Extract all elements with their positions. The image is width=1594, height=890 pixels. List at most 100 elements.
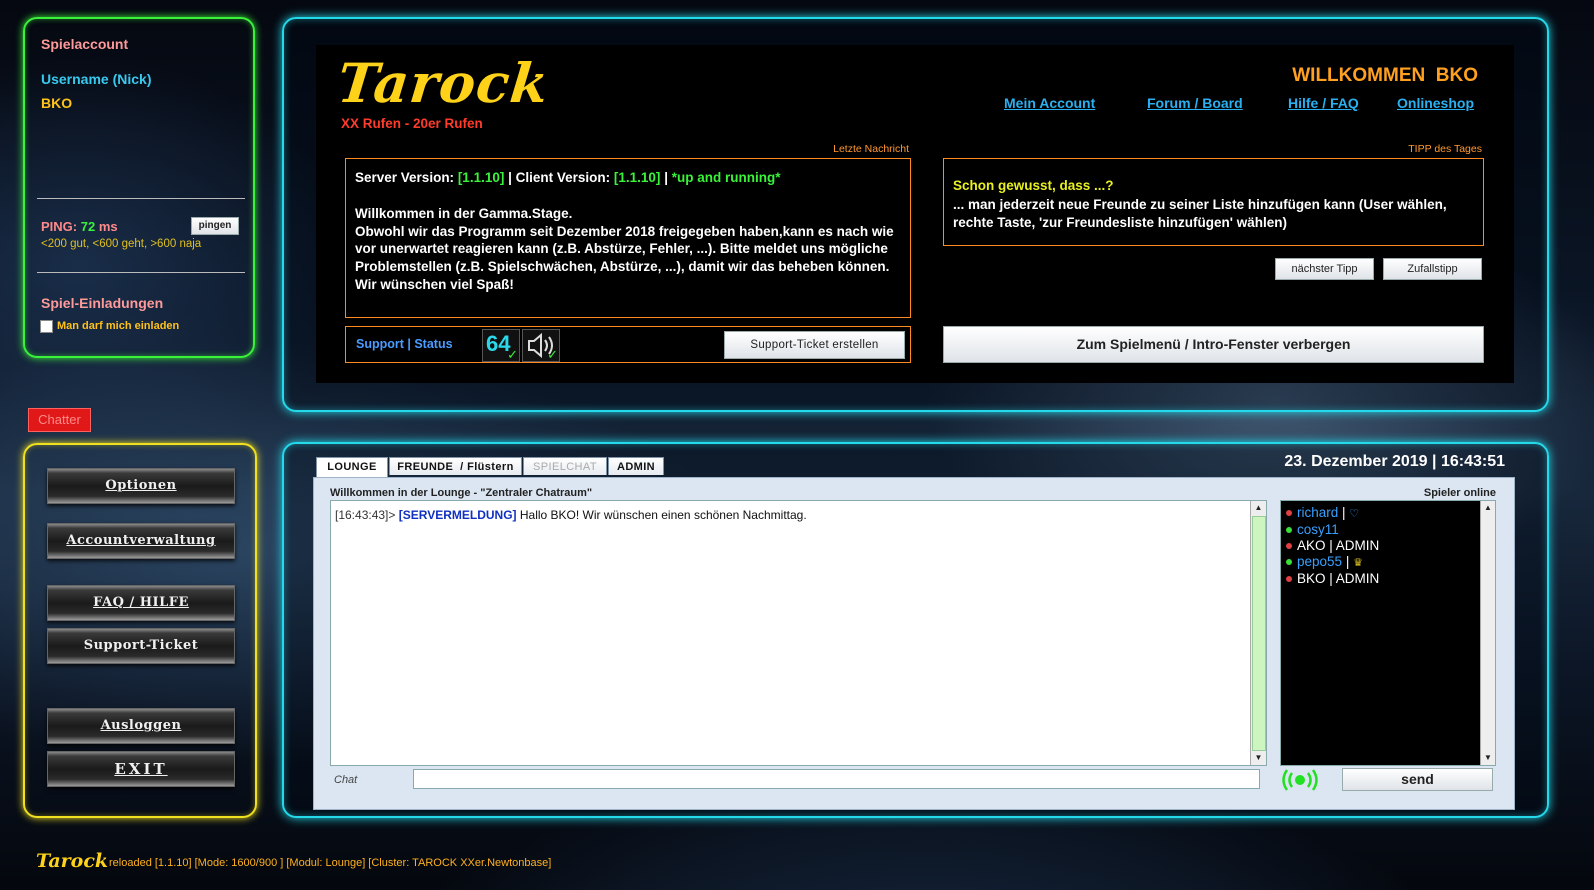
account-panel: Spielaccount Username (Nick) BKO PING: 7… <box>23 17 255 358</box>
hide-intro-button[interactable]: Zum Spielmenü / Intro-Fenster verbergen <box>943 326 1484 363</box>
news-box: Server Version: [1.1.10] | Client Versio… <box>345 158 911 318</box>
status-dot-icon <box>1286 543 1292 550</box>
footer-status: reloaded [1.1.10] [Mode: 1600/900 ] [Mod… <box>109 857 552 869</box>
menu-panel: Optionen Accountverwaltung FAQ / HILFE S… <box>23 443 257 818</box>
tab-admin[interactable]: ADMIN <box>608 457 664 475</box>
intro-panel: Tarock XX Rufen - 20er Rufen WILLKOMMEN … <box>282 17 1549 412</box>
welcome-line: Willkommen in der Gamma.Stage. <box>355 205 573 221</box>
random-tip-button[interactable]: Zufallstipp <box>1383 258 1482 280</box>
account-management-button[interactable]: Accountverwaltung <box>47 523 235 559</box>
ping-unit: ms <box>98 219 118 234</box>
connection-icon <box>1280 767 1320 793</box>
chat-input[interactable] <box>413 769 1260 789</box>
username-value: BKO <box>41 95 73 111</box>
status-dot-icon <box>1286 576 1292 583</box>
player-item[interactable]: pepo55 | ♛ <box>1286 554 1490 571</box>
player-name: AKO | ADMIN <box>1297 538 1380 553</box>
player-item[interactable]: AKO | ADMIN <box>1286 538 1490 554</box>
nav-my-account[interactable]: Mein Account <box>1004 95 1095 111</box>
exit-button[interactable]: EXIT <box>47 751 235 787</box>
divider <box>37 198 245 199</box>
player-name: richard <box>1297 505 1339 520</box>
chat-tabs: LOUNGE FREUNDE / Flüstern SPIELCHAT ADMI… <box>316 457 716 478</box>
tab-lounge[interactable]: LOUNGE <box>316 457 388 478</box>
check-icon: ✓ <box>547 347 558 362</box>
next-tip-button[interactable]: nächster Tipp <box>1275 258 1374 280</box>
tab-gamechat[interactable]: SPIELCHAT <box>523 457 607 475</box>
faq-help-button[interactable]: FAQ / HILFE <box>47 585 235 621</box>
tip-text: ... man jederzeit neue Freunde zu seiner… <box>953 196 1447 231</box>
invites-checkbox[interactable] <box>40 320 53 333</box>
chat-body: Willkommen in der Lounge - "Zentraler Ch… <box>313 477 1515 810</box>
chat-input-label: Chat <box>334 774 358 786</box>
logout-button[interactable]: Ausloggen <box>47 708 235 744</box>
ping-legend: <200 gut, <600 geht, >600 naja <box>41 238 202 250</box>
players-scrollbar[interactable]: ▲ ▼ <box>1480 501 1495 765</box>
scroll-down-icon[interactable]: ▼ <box>1481 751 1495 765</box>
status-dot-icon <box>1286 527 1292 534</box>
message-text: Hallo BKO! Wir wünschen einen schönen Na… <box>516 508 807 522</box>
player-item[interactable]: BKO | ADMIN <box>1286 571 1490 587</box>
intro-inner: Tarock XX Rufen - 20er Rufen WILLKOMMEN … <box>316 45 1514 383</box>
version-line: Server Version: [1.1.10] | Client Versio… <box>355 170 781 185</box>
account-heading: Spielaccount <box>41 36 129 52</box>
tab-friends[interactable]: FREUNDE / Flüstern <box>389 457 522 475</box>
player-name: cosy11 <box>1297 522 1339 537</box>
tip-title: Schon gewusst, dass ...? <box>953 178 1114 193</box>
scroll-up-icon[interactable]: ▲ <box>1481 501 1495 515</box>
support-ticket-button[interactable]: Support-Ticket <box>47 628 235 664</box>
send-button[interactable]: send <box>1342 768 1493 791</box>
crown-icon: ♛ <box>1353 557 1363 569</box>
support-bar: Support | Status 64 ✓ ✓ Support-Ticket e… <box>345 326 911 363</box>
room-title: Willkommen in der Lounge - "Zentraler Ch… <box>330 487 593 499</box>
tip-box: Schon gewusst, dass ...? ... man jederze… <box>943 158 1484 246</box>
scroll-down-icon[interactable]: ▼ <box>1251 751 1266 765</box>
client-version: [1.1.10] <box>613 170 661 185</box>
message-time: [16:43:43]> <box>335 508 399 522</box>
heart-icon: ♡ <box>1349 508 1360 520</box>
subtitle: XX Rufen - 20er Rufen <box>341 116 483 131</box>
footer-logo: Tarock <box>36 850 109 872</box>
players-list-box: richard | ♡ cosy11 AKO | ADMIN pepo55 | ♛ BK… <box>1280 500 1496 766</box>
server-status: *up and running* <box>671 170 781 185</box>
check-icon: ✓ <box>507 347 518 362</box>
ping-button[interactable]: pingen <box>191 217 239 235</box>
support-status-label[interactable]: Support | Status <box>356 337 453 351</box>
player-name: pepo55 <box>1297 554 1343 569</box>
status-dot-icon <box>1286 510 1292 517</box>
support-ticket-create-button[interactable]: Support-Ticket erstellen <box>724 331 905 359</box>
64bit-status-icon: 64 ✓ <box>482 329 520 362</box>
logo: Tarock <box>334 51 553 115</box>
scroll-up-icon[interactable]: ▲ <box>1251 501 1266 515</box>
ping-label: PING: <box>41 219 78 234</box>
invites-checkbox-label: Man darf mich einladen <box>57 320 180 332</box>
tip-label: TIPP des Tages <box>1408 143 1482 155</box>
ping-value: 72 <box>80 219 96 234</box>
scroll-thumb[interactable] <box>1252 516 1266 751</box>
player-separator: | <box>1342 554 1354 569</box>
chat-datetime: 23. Dezember 2019 | 16:43:51 <box>1284 453 1505 470</box>
player-separator: | <box>1338 505 1350 520</box>
options-button[interactable]: Optionen <box>47 468 235 504</box>
chat-message: [16:43:43]> [SERVERMELDUNG] Hallo BKO! W… <box>335 508 1262 522</box>
nav-help-faq[interactable]: Hilfe / FAQ <box>1288 95 1359 111</box>
player-name: BKO | ADMIN <box>1297 571 1380 586</box>
players-list: richard | ♡ cosy11 AKO | ADMIN pepo55 | ♛ BK… <box>1281 501 1495 591</box>
player-item[interactable]: richard | ♡ <box>1286 505 1490 522</box>
message-scrollbar[interactable]: ▲ ▼ <box>1250 501 1266 765</box>
username-label: Username (Nick) <box>41 71 152 87</box>
player-item[interactable]: cosy11 <box>1286 522 1490 538</box>
nav-onlineshop[interactable]: Onlineshop <box>1397 95 1474 111</box>
message-log: [16:43:43]> [SERVERMELDUNG] Hallo BKO! W… <box>330 500 1267 766</box>
chat-panel: 23. Dezember 2019 | 16:43:51 LOUNGE FREU… <box>282 442 1549 818</box>
nav-forum[interactable]: Forum / Board <box>1147 95 1243 111</box>
chatter-badge[interactable]: Chatter <box>28 408 91 432</box>
welcome-text: WILLKOMMEN BKO <box>1292 65 1478 86</box>
sound-status-icon: ✓ <box>522 329 560 362</box>
server-version: [1.1.10] <box>457 170 505 185</box>
news-body: Obwohl wir das Programm seit Dezember 20… <box>355 223 894 292</box>
news-label: Letzte Nachricht <box>833 143 909 155</box>
status-dot-icon <box>1286 559 1292 566</box>
signal-icon <box>1282 769 1318 791</box>
invites-heading: Spiel-Einladungen <box>41 295 164 311</box>
